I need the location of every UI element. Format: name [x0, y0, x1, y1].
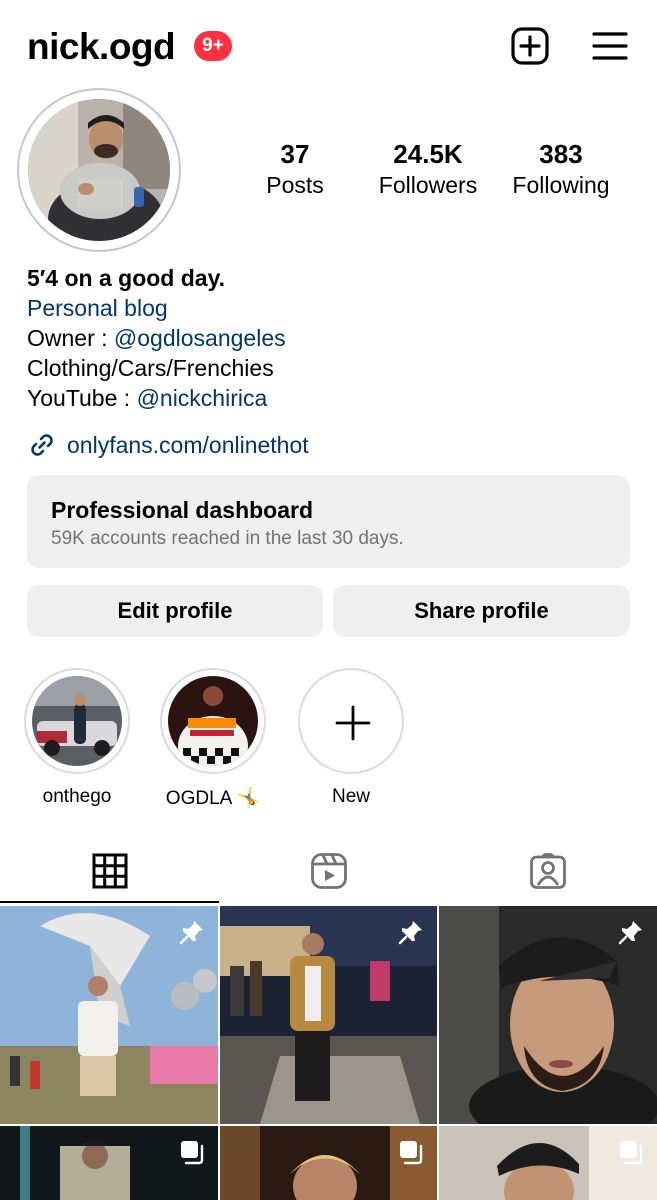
grid-icon [92, 853, 127, 889]
profile-bio: 5′4 on a good day. Personal blog Owner :… [27, 263, 637, 413]
followers-count[interactable]: 24.5K Followers [363, 138, 493, 200]
new-highlight-ring [298, 668, 404, 774]
posts-count[interactable]: 37 Posts [230, 138, 360, 200]
posts-count-value: 37 [280, 139, 310, 169]
posts-count-label: Posts [266, 172, 324, 198]
carousel-icon [181, 1141, 204, 1165]
highlight-label: onthego [42, 786, 112, 807]
youtube-mention-link[interactable]: @nickchirica [137, 385, 268, 411]
post-thumbnail[interactable] [220, 1126, 437, 1200]
bio-category[interactable]: Personal blog [27, 293, 637, 323]
pin-icon [618, 921, 642, 945]
tagged-icon [529, 853, 566, 889]
profile-username[interactable]: nick.ogd [27, 26, 176, 68]
share-profile-button[interactable]: Share profile [333, 585, 630, 637]
plus-icon [335, 705, 371, 741]
following-count[interactable]: 383 Following [496, 138, 626, 200]
edit-profile-button[interactable]: Edit profile [27, 585, 323, 637]
professional-dashboard[interactable]: Professional dashboard 59K accounts reac… [27, 475, 630, 568]
notification-badge[interactable]: 9+ [194, 31, 232, 61]
tab-reels[interactable] [219, 838, 438, 904]
highlight-ogdla[interactable]: OGDLA 🤸 [158, 668, 268, 810]
pin-icon [179, 921, 203, 945]
dashboard-title: Professional dashboard [51, 497, 314, 523]
dashboard-subtitle: 59K accounts reached in the last 30 days… [51, 528, 404, 549]
posts-grid [0, 906, 657, 1200]
tab-tagged[interactable] [438, 838, 657, 904]
plus-square-icon[interactable] [509, 25, 551, 67]
highlight-cover-image [168, 676, 258, 766]
pin-icon [398, 921, 422, 945]
followers-count-label: Followers [378, 172, 478, 198]
followers-count-value: 24.5K [393, 139, 463, 169]
reels-icon [310, 853, 347, 889]
post-thumbnail[interactable] [0, 1126, 218, 1200]
highlight-label: OGDLA 🤸 [165, 788, 261, 809]
profile-header: nick.ogd 9+ [0, 0, 657, 90]
new-highlight-button[interactable]: New [296, 668, 406, 808]
link-icon [31, 434, 53, 456]
post-thumbnail[interactable] [439, 906, 657, 1124]
highlight-cover-ring [24, 668, 130, 774]
bio-external-link[interactable]: onlyfans.com/onlinethot [27, 430, 309, 460]
bio-line-interests: Clothing/Cars/Frenchies [27, 355, 274, 381]
active-tab-indicator [0, 901, 219, 903]
profile-tabs [0, 838, 657, 904]
owner-mention-link[interactable]: @ogdlosangeles [114, 325, 286, 351]
bio-youtube-prefix: YouTube : [27, 385, 137, 411]
carousel-icon [620, 1141, 643, 1165]
following-count-label: Following [512, 172, 610, 198]
bio-owner-prefix: Owner : [27, 325, 114, 351]
hamburger-menu-icon[interactable] [589, 25, 631, 67]
carousel-icon [400, 1141, 423, 1165]
highlight-onthego[interactable]: onthego [22, 668, 132, 808]
highlight-cover-ring [160, 668, 266, 774]
post-thumbnail[interactable] [0, 906, 218, 1124]
bio-name: 5′4 on a good day. [27, 265, 226, 291]
tab-posts-grid[interactable] [0, 838, 219, 904]
avatar[interactable] [28, 99, 170, 241]
highlight-cover-image [32, 676, 122, 766]
bio-line-owner: Owner : @ogdlosangeles [27, 323, 637, 353]
following-count-value: 383 [539, 139, 583, 169]
profile-avatar-ring[interactable] [17, 88, 181, 252]
bio-link-text: onlyfans.com/onlinethot [67, 431, 309, 458]
highlight-label: New [331, 786, 370, 807]
post-thumbnail[interactable] [439, 1126, 657, 1200]
profile-stats: 37 Posts 24.5K Followers 383 Following [235, 138, 645, 208]
post-thumbnail[interactable] [220, 906, 437, 1124]
bio-line-youtube: YouTube : @nickchirica [27, 383, 637, 413]
